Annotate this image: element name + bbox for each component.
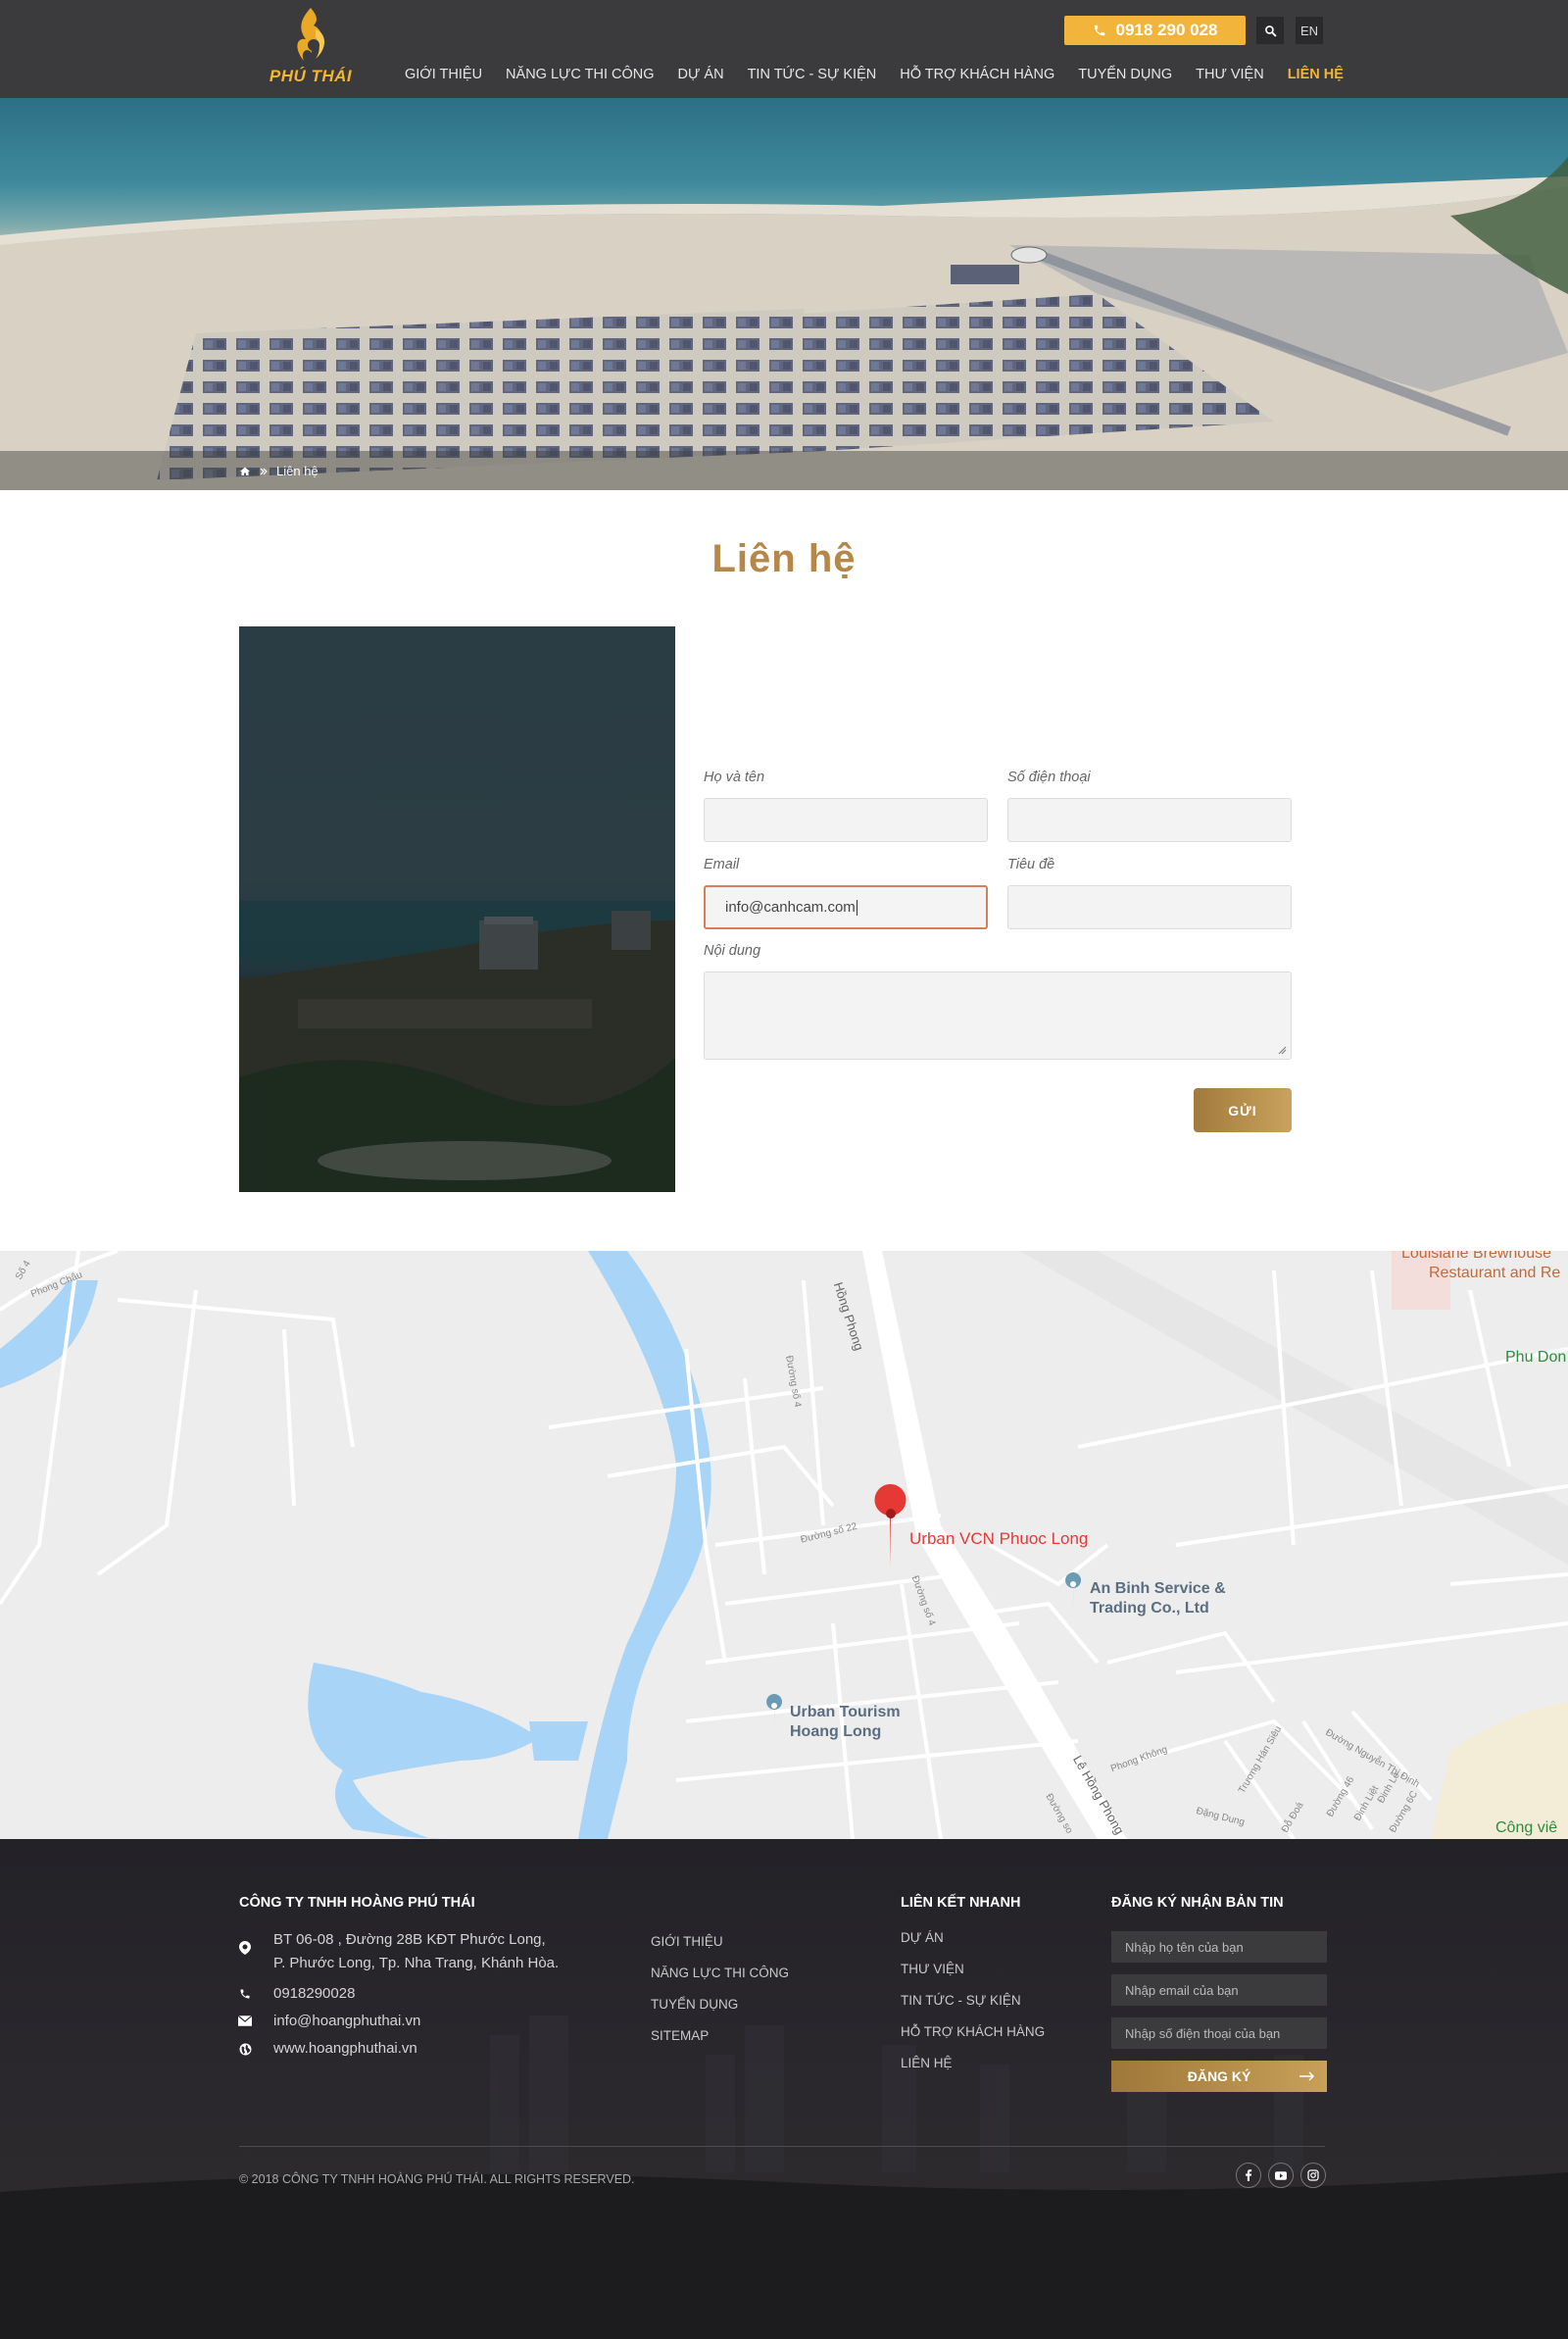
map-pin-icon [239,1941,251,1955]
nav-lien-he[interactable]: LIÊN HỆ [1288,67,1344,82]
email-label: Email [704,857,740,872]
map-label-brewhouse-2[interactable]: Restaurant and Re [1429,1265,1560,1282]
nav-thu-vien[interactable]: THƯ VIỆN [1196,67,1264,82]
nav-tuyen-dung[interactable]: TUYỂN DỤNG [1078,67,1172,82]
home-icon[interactable] [239,466,251,477]
map-marker-label[interactable]: Urban VCN Phuoc Long [909,1529,1088,1549]
copyright: © 2018 CÔNG TY TNHH HOÀNG PHÚ THÁI. ALL … [239,2172,635,2186]
breadcrumb: Liên hệ [239,464,318,478]
footer-website[interactable]: www.hoangphuthai.vn [273,2040,417,2057]
footer-link-du-an[interactable]: DỰ ÁN [901,1930,944,1945]
youtube-button[interactable] [1268,2163,1294,2188]
map-canvas [0,1251,1568,1839]
nav-nang-luc-thi-cong[interactable]: NĂNG LỰC THI CÔNG [506,67,655,82]
contact-image [239,626,675,1192]
footer-link-thu-vien[interactable]: THƯ VIỆN [901,1962,964,1976]
newsletter-name-input[interactable]: Nhập họ tên của bạn [1111,1931,1327,1963]
facebook-icon [1246,2169,1252,2181]
footer-link-gioi-thieu[interactable]: GIỚI THIỆU [651,1934,723,1949]
footer-link-tuyen-dung[interactable]: TUYỂN DỤNG [651,1997,738,2012]
footer-email[interactable]: info@hoangphuthai.vn [273,2013,420,2029]
footer-link-sitemap[interactable]: SITEMAP [651,2028,709,2043]
subject-input[interactable] [1007,885,1292,929]
map-label-an-binh-1[interactable]: An Binh Service & [1090,1580,1226,1598]
youtube-icon [1275,2170,1287,2180]
breadcrumb-bar: Liên hệ [0,451,1568,490]
email-value: info@canhcam.com [725,899,856,916]
nav-du-an[interactable]: DỰ ÁN [678,67,724,82]
envelope-icon [238,2016,252,2026]
phone-icon [240,1989,250,1999]
map-label-urban-tourism-2[interactable]: Hoang Long [790,1723,881,1741]
phone-number: 0918 290 028 [1115,21,1218,39]
subscribe-button[interactable]: ĐĂNG KÝ [1111,2061,1327,2092]
hero-banner: Liên hệ [0,98,1568,490]
name-label: Họ và tên [704,770,765,785]
map-label-an-binh-2[interactable]: Trading Co., Ltd [1090,1600,1209,1617]
nav-tin-tuc-su-kien[interactable]: TIN TỨC - SỰ KIỆN [748,67,877,82]
footer-address-line2: P. Phước Long, Tp. Nha Trang, Khánh Hòa. [273,1955,560,1971]
subscribe-label: ĐĂNG KÝ [1187,2068,1251,2084]
newsletter-email-input[interactable]: Nhập email của bạn [1111,1974,1327,2006]
phone-button[interactable]: 0918 290 028 [1064,16,1246,45]
text-cursor [856,899,858,916]
map-label-urban-tourism-1[interactable]: Urban Tourism [790,1704,901,1721]
main-nav: GIỚI THIỆU NĂNG LỰC THI CÔNG DỰ ÁN TIN T… [405,67,1344,82]
instagram-icon [1307,2169,1319,2181]
footer-link-lien-he[interactable]: LIÊN HỆ [901,2056,953,2070]
nav-gioi-thieu[interactable]: GIỚI THIỆU [405,67,482,82]
send-button[interactable]: GỬI [1194,1088,1292,1132]
arrow-right-icon [1299,2071,1314,2081]
coastal-city-image [239,901,675,1192]
map-label-cong-vien[interactable]: Công viê [1495,1819,1557,1837]
language-toggle[interactable]: EN [1296,17,1323,44]
email-input[interactable]: info@canhcam.com [704,885,988,929]
logo-text: PHÚ THÁI [269,67,353,85]
logo[interactable]: PHÚ THÁI [257,4,365,90]
footer-quick-links-title: LIÊN KẾT NHANH [901,1895,1021,1911]
page-title: Liên hệ [711,537,857,580]
map-label-brewhouse-1[interactable]: Louisiane Brewhouse [1401,1251,1551,1263]
globe-icon [239,2043,252,2056]
flame-logo-icon [297,8,324,61]
footer-newsletter-title: ĐĂNG KÝ NHẬN BẢN TIN [1111,1895,1284,1911]
footer-phone[interactable]: 0918290028 [273,1985,355,2002]
footer-company-name: CÔNG TY TNHH HOÀNG PHÚ THÁI [239,1895,475,1911]
breadcrumb-current[interactable]: Liên hệ [276,464,318,478]
map-label-phu-dong[interactable]: Phu Don [1505,1349,1566,1367]
site-header: PHÚ THÁI 0918 290 028 EN GIỚI THIỆU NĂNG… [0,0,1568,98]
phone-icon [1094,25,1104,36]
resize-handle-icon[interactable] [1277,1045,1287,1055]
footer-divider [239,2146,1325,2147]
instagram-button[interactable] [1300,2163,1326,2188]
phone-input[interactable] [1007,798,1292,842]
search-button[interactable] [1256,17,1284,44]
footer-link-ho-tro-khach-hang[interactable]: HỖ TRỢ KHÁCH HÀNG [901,2024,1045,2039]
hero-aerial-image [0,157,1568,490]
content-label: Nội dung [704,943,761,959]
google-map[interactable]: Urban VCN Phuoc Long An Binh Service & T… [0,1251,1568,1839]
footer-address-line1: BT 06-08 , Đường 28B KĐT Phước Long, [273,1931,546,1948]
double-chevron-right-icon [260,468,268,474]
footer-link-tin-tuc-su-kien[interactable]: TIN TỨC - SỰ KIỆN [901,1993,1021,2008]
search-icon [1264,25,1277,37]
poi-pin-an-binh [1065,1572,1082,1608]
nav-ho-tro-khach-hang[interactable]: HỖ TRỢ KHÁCH HÀNG [900,67,1054,82]
site-footer: CÔNG TY TNHH HOÀNG PHÚ THÁI BT 06-08 , Đ… [0,1839,1568,2339]
name-input[interactable] [704,798,988,842]
subject-label: Tiêu đề [1007,857,1055,872]
footer-city-background [0,2016,1568,2339]
phone-label: Số điện thoại [1007,770,1091,785]
facebook-button[interactable] [1236,2163,1261,2188]
newsletter-phone-input[interactable]: Nhập số điện thoại của bạn [1111,2017,1327,2049]
footer-link-nang-luc-thi-cong[interactable]: NĂNG LỰC THI CÔNG [651,1966,789,1980]
content-textarea[interactable] [704,971,1292,1060]
